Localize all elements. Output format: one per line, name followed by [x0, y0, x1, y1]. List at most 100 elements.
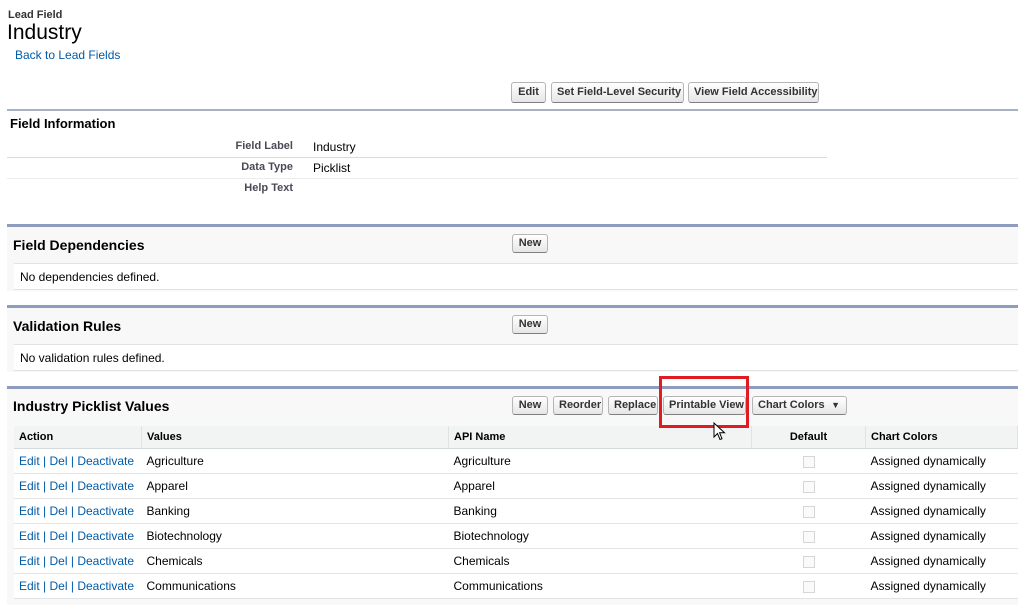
field-dependencies-title: Field Dependencies — [13, 237, 145, 253]
chart-color-cell: Assigned dynamically — [865, 498, 1018, 524]
default-cell — [751, 473, 866, 499]
deactivate-link[interactable]: Deactivate — [77, 529, 134, 543]
default-cell — [751, 548, 866, 574]
delete-link[interactable]: Del — [50, 454, 68, 468]
validation-rules-title: Validation Rules — [13, 318, 122, 334]
edit-link[interactable]: Edit — [19, 554, 40, 568]
deactivate-link[interactable]: Deactivate — [77, 504, 134, 518]
chart-color-cell: Assigned dynamically — [865, 548, 1018, 574]
data-type-label: Data Type — [241, 161, 293, 173]
set-field-level-security-button[interactable]: Set Field-Level Security — [551, 82, 684, 103]
edit-link[interactable]: Edit — [19, 479, 40, 493]
default-cell — [751, 448, 866, 474]
chart-color-cell: Assigned dynamically — [865, 448, 1018, 474]
chart-colors-label: Chart Colors — [758, 399, 825, 411]
column-header-api-name: API Name — [448, 426, 752, 449]
edit-link[interactable]: Edit — [19, 504, 40, 518]
column-header-action: Action — [14, 426, 142, 449]
delete-link[interactable]: Del — [50, 529, 68, 543]
default-checkbox — [802, 480, 815, 493]
validation-rules-panel: Validation Rules New No validation rules… — [7, 305, 1018, 372]
edit-link[interactable]: Edit — [19, 454, 40, 468]
action-cell: Edit | Del | Deactivate — [14, 498, 142, 524]
value-cell: Banking — [141, 498, 449, 524]
field-label-label: Field Label — [235, 140, 293, 152]
action-separator: | — [43, 454, 47, 468]
new-dependency-button[interactable]: New — [512, 234, 548, 253]
api-name-cell: Communications — [448, 573, 752, 599]
section-divider — [7, 109, 1018, 111]
action-cell: Edit | Del | Deactivate — [14, 573, 142, 599]
edit-button[interactable]: Edit — [511, 82, 546, 103]
picklist-values-table: Action Values API Name Default Chart Col… — [14, 426, 1018, 599]
default-checkbox — [802, 455, 815, 468]
picklist-values-title: Industry Picklist Values — [13, 398, 170, 414]
delete-link[interactable]: Del — [50, 554, 68, 568]
back-to-lead-fields-link[interactable]: Back to Lead Fields — [15, 48, 120, 62]
default-checkbox — [802, 505, 815, 518]
value-cell: Agriculture — [141, 448, 449, 474]
chart-colors-dropdown[interactable]: Chart Colors ▼ — [752, 396, 847, 415]
replace-button[interactable]: Replace — [608, 396, 658, 415]
action-separator: | — [70, 554, 74, 568]
delete-link[interactable]: Del — [50, 479, 68, 493]
api-name-cell: Biotechnology — [448, 523, 752, 549]
data-type-value: Picklist — [313, 161, 351, 175]
deactivate-link[interactable]: Deactivate — [77, 479, 134, 493]
deactivate-link[interactable]: Deactivate — [77, 554, 134, 568]
action-separator: | — [43, 579, 47, 593]
edit-link[interactable]: Edit — [19, 529, 40, 543]
edit-link[interactable]: Edit — [19, 579, 40, 593]
table-row: Edit | Del | Deactivate Chemicals Chemical… — [14, 548, 1018, 574]
default-checkbox — [802, 580, 815, 593]
dropdown-arrow-icon: ▼ — [831, 400, 840, 410]
delete-link[interactable]: Del — [50, 504, 68, 518]
action-separator: | — [70, 529, 74, 543]
action-cell: Edit | Del | Deactivate — [14, 473, 142, 499]
table-header-row: Action Values API Name Default Chart Col… — [14, 426, 1018, 449]
page-title: Industry — [7, 21, 82, 44]
table-row: Edit | Del | Deactivate Biotechnology Biot… — [14, 523, 1018, 549]
reorder-button[interactable]: Reorder — [553, 396, 603, 415]
delete-link[interactable]: Del — [50, 579, 68, 593]
field-dependencies-panel: Field Dependencies New No dependencies d… — [7, 224, 1018, 291]
default-cell — [751, 573, 866, 599]
view-field-accessibility-button[interactable]: View Field Accessibility — [688, 82, 819, 103]
highlight-box — [659, 376, 749, 428]
api-name-cell: Banking — [448, 498, 752, 524]
column-header-values: Values — [141, 426, 449, 449]
action-separator: | — [70, 504, 74, 518]
dependencies-body: No dependencies defined. — [14, 263, 1018, 290]
field-label-value: Industry — [313, 140, 356, 154]
default-checkbox — [802, 555, 815, 568]
default-checkbox — [802, 530, 815, 543]
row-divider — [7, 157, 827, 158]
new-validation-rule-button[interactable]: New — [512, 315, 548, 334]
chart-color-cell: Assigned dynamically — [865, 573, 1018, 599]
no-dependencies-text: No dependencies defined. — [20, 270, 160, 284]
value-cell: Chemicals — [141, 548, 449, 574]
action-separator: | — [43, 529, 47, 543]
column-header-chart-colors: Chart Colors — [865, 426, 1018, 449]
deactivate-link[interactable]: Deactivate — [77, 454, 134, 468]
action-cell: Edit | Del | Deactivate — [14, 548, 142, 574]
action-separator: | — [70, 479, 74, 493]
page-subtitle: Lead Field — [8, 9, 63, 21]
new-picklist-value-button[interactable]: New — [512, 396, 548, 415]
table-row: Edit | Del | Deactivate Communications Com… — [14, 573, 1018, 599]
row-divider — [7, 178, 1018, 179]
action-separator: | — [70, 579, 74, 593]
mouse-cursor-icon — [713, 422, 726, 441]
deactivate-link[interactable]: Deactivate — [77, 579, 134, 593]
value-cell: Biotechnology — [141, 523, 449, 549]
field-information-title: Field Information — [10, 116, 116, 131]
api-name-cell: Chemicals — [448, 548, 752, 574]
default-cell — [751, 523, 866, 549]
no-validation-rules-text: No validation rules defined. — [20, 351, 165, 365]
action-separator: | — [70, 454, 74, 468]
api-name-cell: Agriculture — [448, 448, 752, 474]
table-row: Edit | Del | Deactivate Agriculture Agricu… — [14, 448, 1018, 474]
column-header-default: Default — [751, 426, 866, 449]
table-row: Edit | Del | Deactivate Banking Banking Ass… — [14, 498, 1018, 524]
value-cell: Communications — [141, 573, 449, 599]
